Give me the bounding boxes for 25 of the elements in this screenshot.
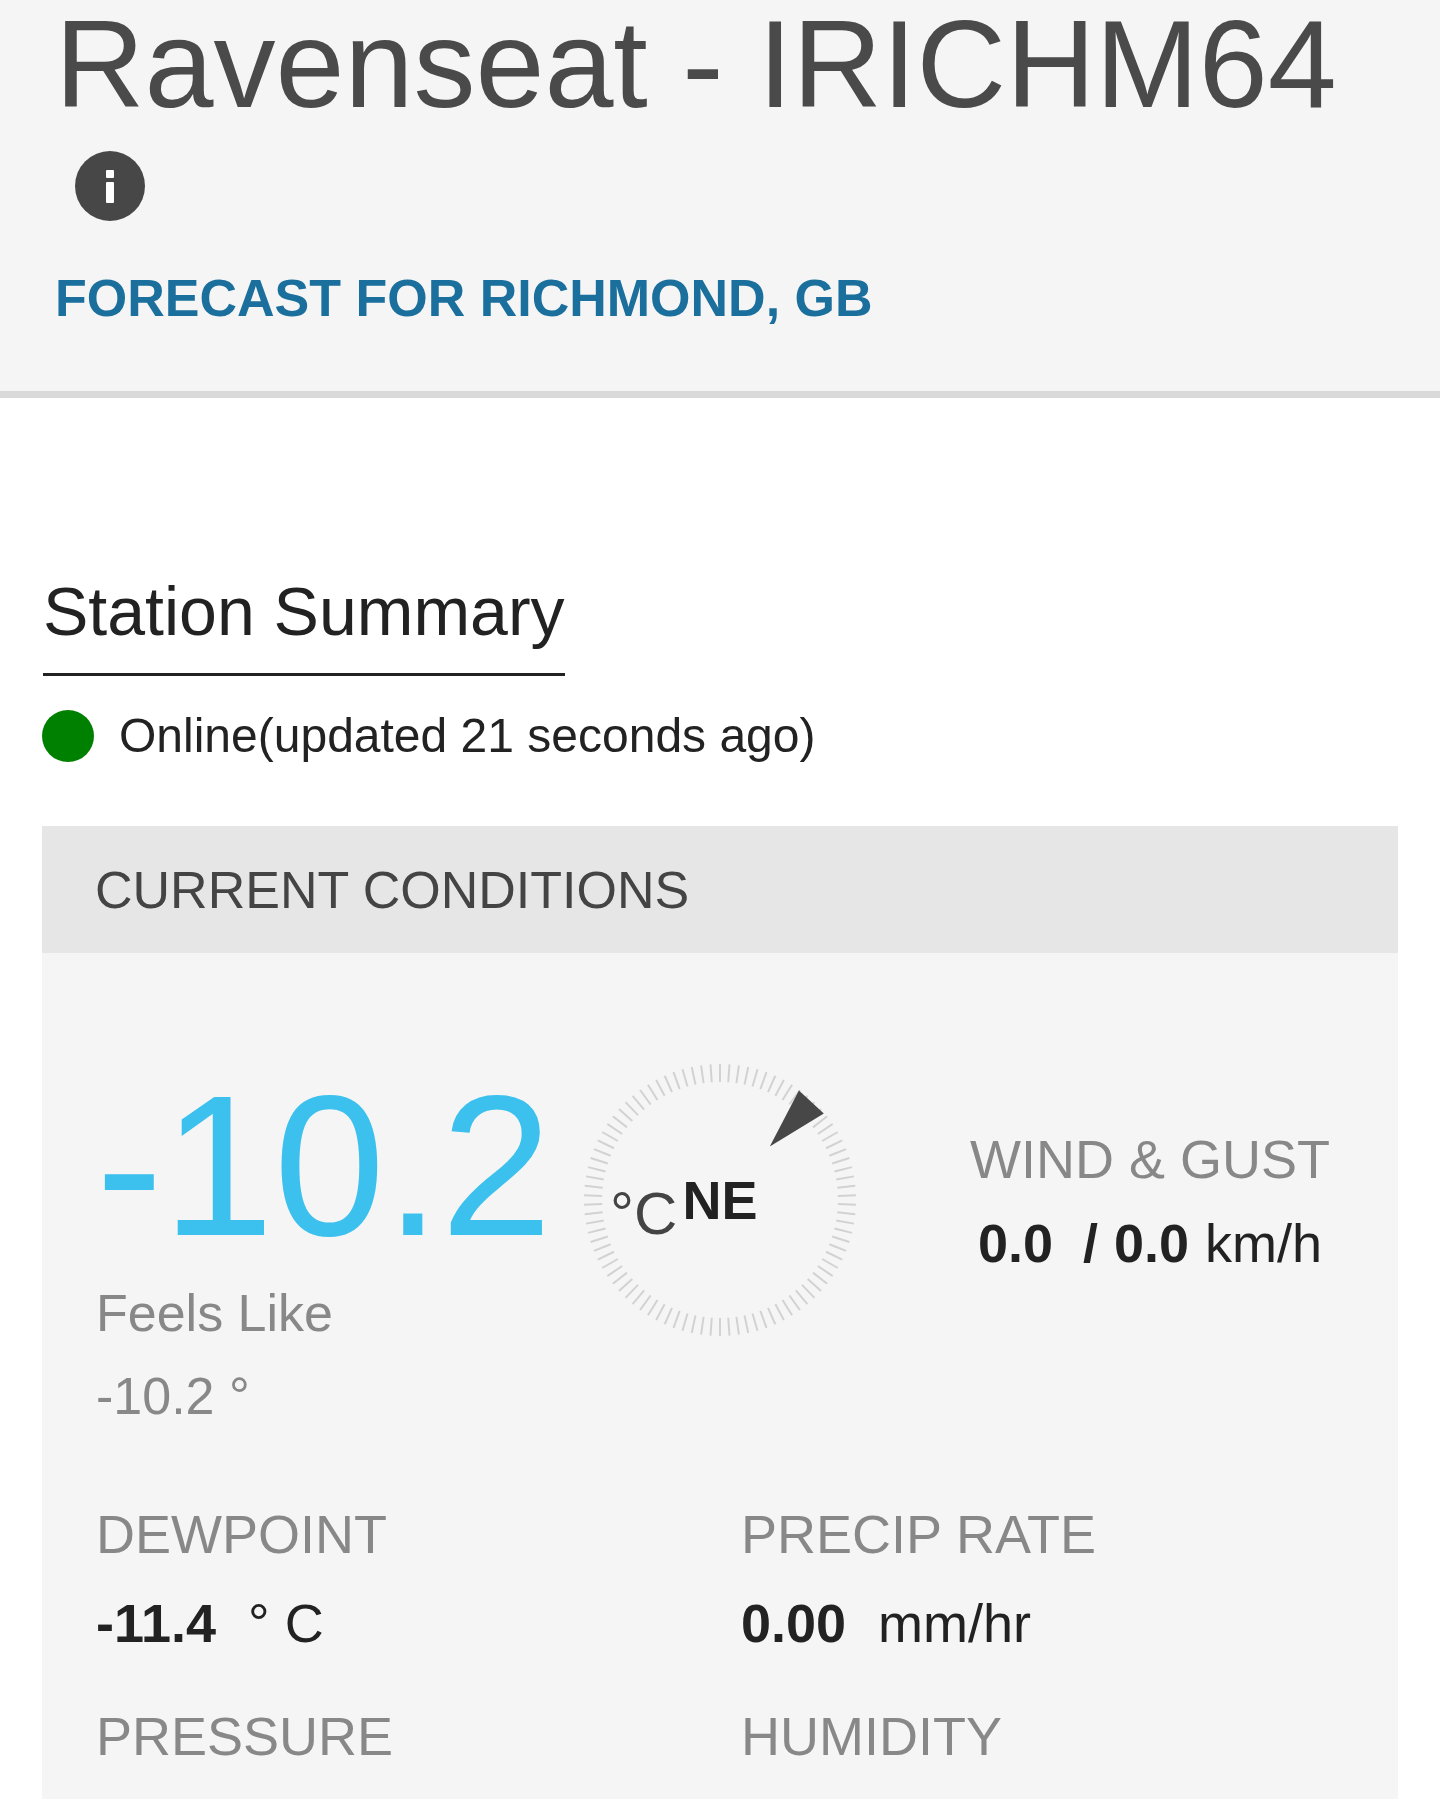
metric-label: PRESSURE bbox=[96, 1709, 394, 1763]
metric-value: 0.00 bbox=[741, 1596, 847, 1650]
station-title: Ravenseat - IRICHM64 bbox=[55, 2, 1337, 126]
metric-label: PRECIP RATE bbox=[741, 1507, 1097, 1561]
gust-speed-value: 0.0 bbox=[1114, 1216, 1190, 1270]
pointer-icon bbox=[769, 1090, 824, 1147]
metric-label: DEWPOINT bbox=[96, 1507, 387, 1561]
panel-heading: CURRENT CONDITIONS bbox=[95, 863, 690, 916]
temperature-value: -10.2 bbox=[96, 1066, 552, 1266]
status-text: Online(updated 21 seconds ago) bbox=[119, 712, 816, 760]
info-icon[interactable] bbox=[75, 151, 145, 221]
wind-unit: km/h bbox=[1205, 1216, 1323, 1270]
metric-label: HUMIDITY bbox=[741, 1709, 1002, 1763]
temperature-unit: °C bbox=[610, 1184, 678, 1244]
wind-gust-label: WIND & GUST bbox=[970, 1132, 1330, 1186]
feels-like-value: -10.2 ° bbox=[96, 1370, 250, 1422]
forecast-link[interactable]: FORECAST FOR RICHMOND, GB bbox=[55, 272, 873, 324]
metric-unit: ° C bbox=[248, 1596, 324, 1650]
section-heading: Station Summary bbox=[43, 577, 565, 676]
wind-direction: NE bbox=[682, 1173, 758, 1227]
speed-separator: / bbox=[1082, 1216, 1098, 1270]
wind-speed-value: 0.0 bbox=[977, 1216, 1053, 1270]
feels-like-label: Feels Like bbox=[96, 1287, 333, 1339]
metric-unit: mm/hr bbox=[878, 1596, 1032, 1650]
metric-value: -11.4 bbox=[96, 1596, 217, 1650]
